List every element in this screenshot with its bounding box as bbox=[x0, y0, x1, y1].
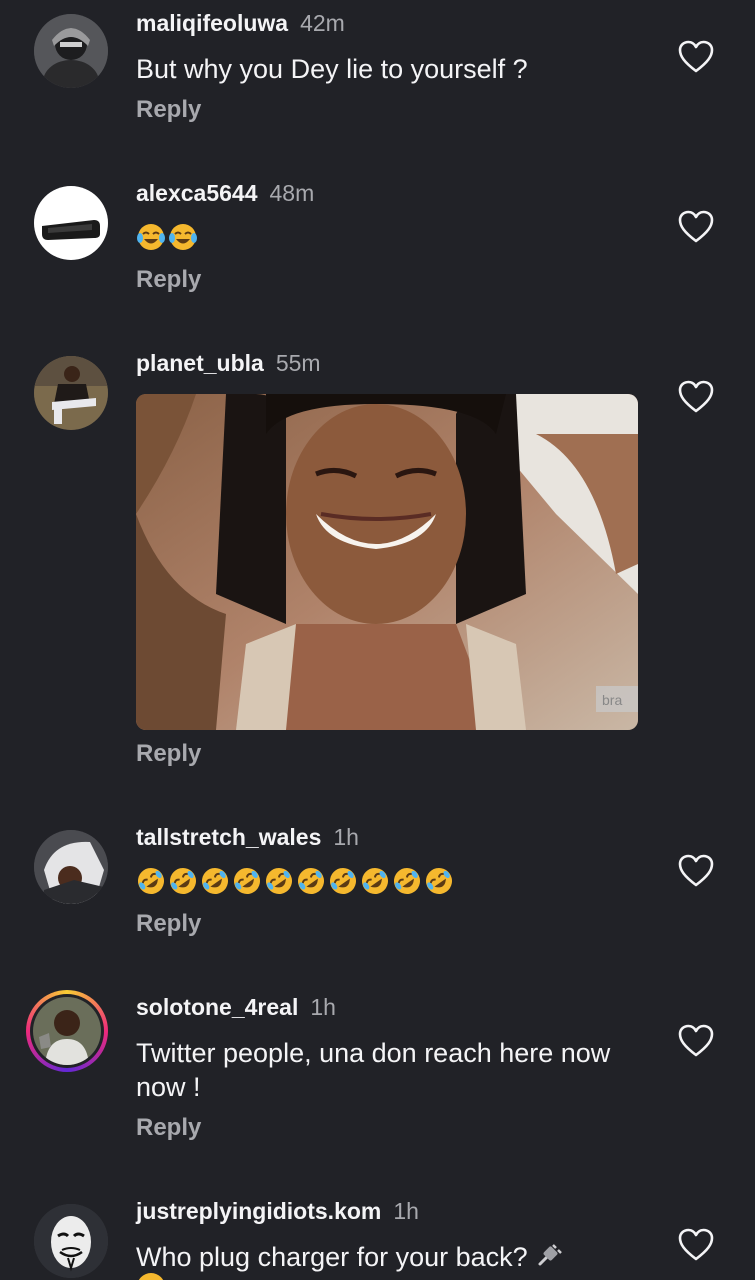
like-heart-icon[interactable] bbox=[678, 210, 714, 244]
rolling-on-the-floor-laughing-icon bbox=[234, 868, 260, 894]
avatar[interactable] bbox=[34, 356, 108, 430]
face-with-tears-of-joy-icon bbox=[137, 224, 165, 250]
comment-text: Who plug charger for your back? bbox=[136, 1240, 656, 1274]
gif-attachment[interactable]: bra bbox=[136, 394, 638, 730]
username[interactable]: maliqifeoluwa bbox=[136, 10, 288, 36]
username[interactable]: solotone_4real bbox=[136, 994, 298, 1020]
comment-meta: justreplyingidiots.kom 1h bbox=[136, 1198, 419, 1225]
avatar[interactable] bbox=[34, 1204, 108, 1278]
rolling-on-the-floor-laughing-icon bbox=[298, 868, 324, 894]
avatar-image bbox=[34, 356, 108, 430]
face-with-tears-of-joy-icon bbox=[169, 224, 197, 250]
rolling-on-the-floor-laughing-icon bbox=[138, 868, 164, 894]
avatar[interactable] bbox=[34, 14, 108, 88]
rolling-on-the-floor-laughing-icon bbox=[202, 868, 228, 894]
reply-button[interactable]: Reply bbox=[136, 1114, 201, 1142]
comment-meta: alexca5644 48m bbox=[136, 180, 314, 207]
avatar[interactable] bbox=[34, 186, 108, 260]
avatar-image bbox=[33, 997, 101, 1065]
comment-meta: maliqifeoluwa 42m bbox=[136, 10, 345, 37]
like-heart-icon[interactable] bbox=[678, 40, 714, 74]
username[interactable]: planet_ubla bbox=[136, 350, 264, 376]
comment-meta: tallstretch_wales 1h bbox=[136, 824, 359, 851]
timestamp: 1h bbox=[310, 994, 336, 1020]
timestamp: 48m bbox=[269, 180, 315, 206]
timestamp: 1h bbox=[393, 1198, 419, 1224]
comment-meta: solotone_4real 1h bbox=[136, 994, 336, 1021]
avatar-image bbox=[34, 14, 108, 88]
rolling-on-the-floor-laughing-icon bbox=[362, 868, 388, 894]
rolling-on-the-floor-laughing-icon bbox=[266, 868, 292, 894]
like-heart-icon[interactable] bbox=[678, 1024, 714, 1058]
avatar-image bbox=[34, 1204, 108, 1278]
username[interactable]: alexca5644 bbox=[136, 180, 258, 206]
like-heart-icon[interactable] bbox=[678, 854, 714, 888]
username[interactable]: justreplyingidiots.kom bbox=[136, 1198, 381, 1224]
electric-plug-icon bbox=[538, 1244, 562, 1266]
avatar-with-story-ring[interactable] bbox=[26, 990, 108, 1072]
comment-text: Twitter people, una don reach here now n… bbox=[136, 1038, 611, 1102]
emoji-partial bbox=[136, 1272, 166, 1280]
rolling-on-the-floor-laughing-icon bbox=[394, 868, 420, 894]
comment-meta: planet_ubla 55m bbox=[136, 350, 321, 377]
comment-text: But why you Dey lie to yourself ? bbox=[136, 54, 528, 84]
rolling-on-the-floor-laughing-icon bbox=[330, 868, 356, 894]
avatar-image bbox=[34, 186, 108, 260]
timestamp: 42m bbox=[300, 10, 345, 36]
comments-thread: maliqifeoluwa 42m But why you Dey lie to … bbox=[0, 0, 755, 1280]
like-heart-icon[interactable] bbox=[678, 1228, 714, 1262]
gif-watermark: bra bbox=[602, 692, 622, 708]
comment-text-content: Who plug charger for your back? bbox=[136, 1242, 528, 1272]
rolling-on-the-floor-laughing-icon bbox=[426, 868, 452, 894]
timestamp: 1h bbox=[333, 824, 359, 850]
reply-button[interactable]: Reply bbox=[136, 740, 201, 768]
avatar-image bbox=[34, 830, 108, 904]
reply-button[interactable]: Reply bbox=[136, 910, 201, 938]
like-heart-icon[interactable] bbox=[678, 380, 714, 414]
timestamp: 55m bbox=[275, 350, 321, 376]
comment-emojis bbox=[136, 222, 198, 256]
reply-button[interactable]: Reply bbox=[136, 96, 201, 124]
username[interactable]: tallstretch_wales bbox=[136, 824, 321, 850]
reply-button[interactable]: Reply bbox=[136, 266, 201, 294]
comment-emojis bbox=[136, 866, 454, 900]
avatar[interactable] bbox=[34, 830, 108, 904]
rolling-on-the-floor-laughing-icon bbox=[170, 868, 196, 894]
